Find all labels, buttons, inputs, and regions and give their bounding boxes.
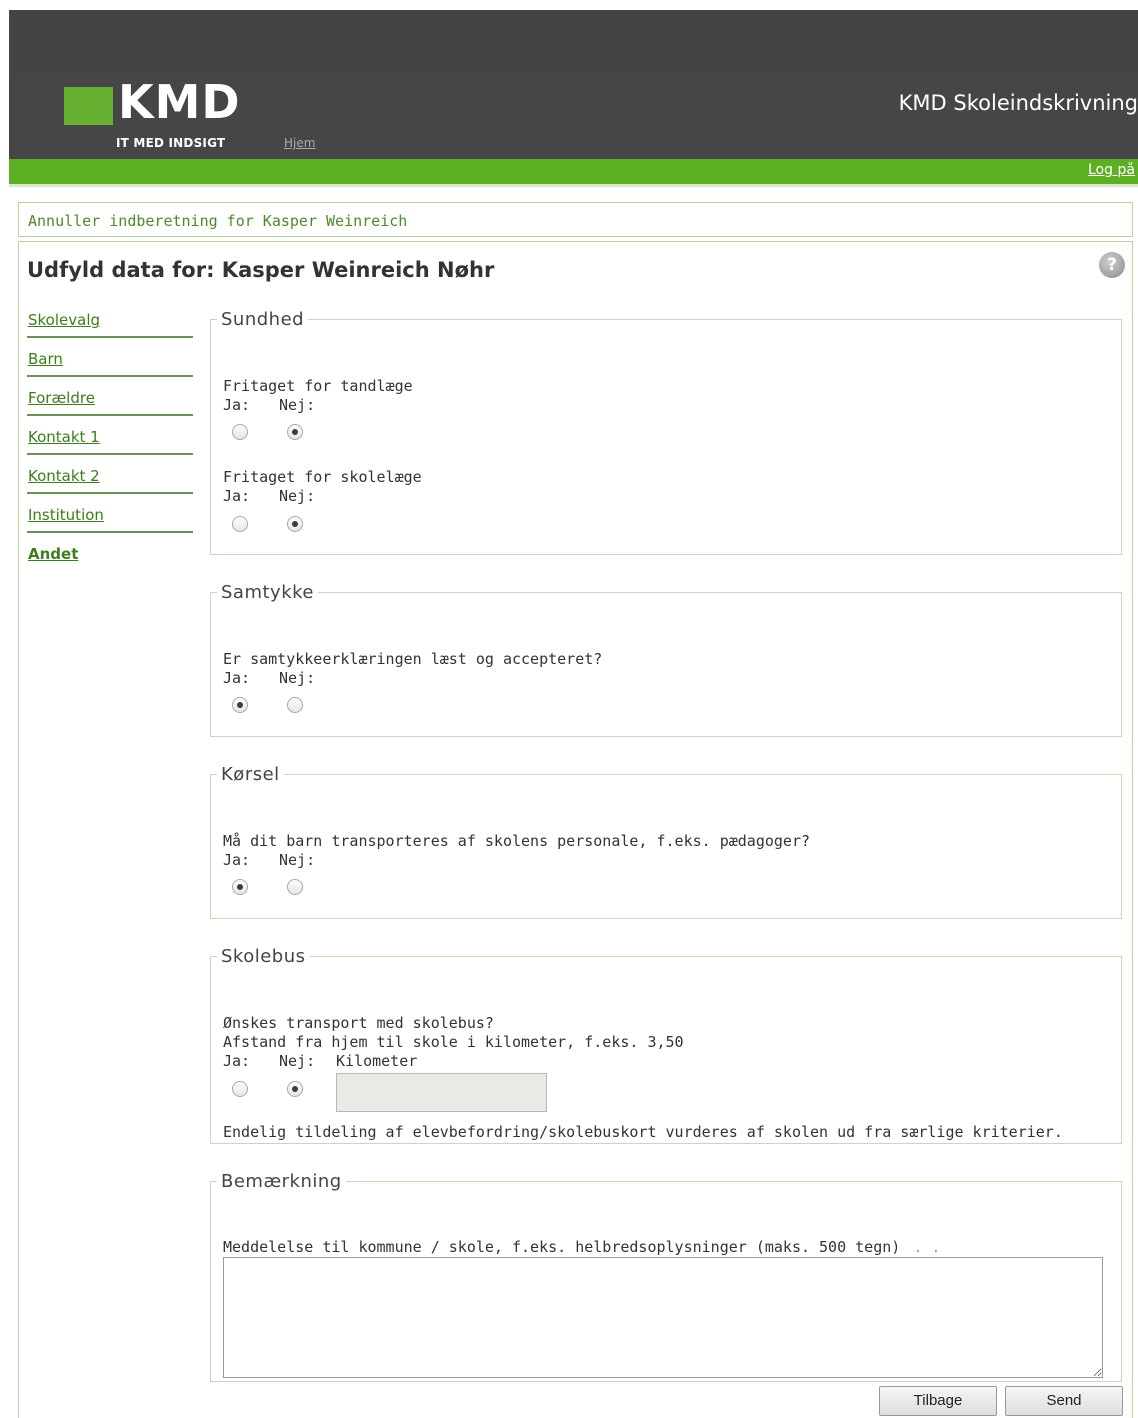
yes-label: Ja:: [223, 851, 251, 869]
section-samtykke: Samtykke Er samtykkeerklæringen læst og …: [210, 582, 1122, 737]
nav-item-label[interactable]: Barn: [28, 350, 63, 368]
remark-label-dots: . .: [913, 1238, 941, 1256]
yes-label: Ja:: [223, 1052, 251, 1070]
question-label: Fritaget for tandlæge: [223, 377, 413, 395]
green-nav-bar: Log på: [9, 159, 1138, 187]
remark-label-text: Meddelelse til kommune / skole, f.eks. h…: [223, 1238, 901, 1256]
no-label: Nej:: [279, 396, 316, 414]
question-label: Må dit barn transporteres af skolens per…: [223, 832, 810, 850]
kilometer-label: Kilometer: [336, 1052, 418, 1070]
logo-tagline: IT MED INDSIGT: [116, 136, 226, 150]
nav-item-kontakt-1[interactable]: Kontakt 1: [27, 416, 193, 455]
nav-item-kontakt-2[interactable]: Kontakt 2: [27, 455, 193, 494]
yes-label: Ja:: [223, 396, 251, 414]
school-doctor-yes-radio[interactable]: [232, 516, 248, 532]
section-skolebus: Skolebus Ønskes transport med skolebus? …: [210, 946, 1122, 1144]
dentist-no-radio[interactable]: [287, 424, 303, 440]
nav-item-andet[interactable]: Andet: [27, 533, 193, 572]
back-button[interactable]: Tilbage: [879, 1386, 997, 1416]
nav-item-foraeldre[interactable]: Forældre: [27, 377, 193, 416]
side-nav: Skolevalg Barn Forældre Kontakt 1 Kontak…: [27, 299, 193, 572]
section-korsel: Kørsel Må dit barn transporteres af skol…: [210, 764, 1122, 919]
main-panel: Udfyld data for: Kasper Weinreich Nøhr ?…: [18, 241, 1133, 1418]
yes-label: Ja:: [223, 487, 251, 505]
no-label: Nej:: [279, 487, 316, 505]
question-label: Afstand fra hjem til skole i kilometer, …: [223, 1033, 684, 1051]
nav-item-barn[interactable]: Barn: [27, 338, 193, 377]
home-link[interactable]: Hjem: [284, 136, 315, 150]
transport-yes-radio[interactable]: [232, 879, 248, 895]
cancel-report-link[interactable]: Annuller indberetning for Kasper Weinrei…: [28, 212, 407, 230]
nav-item-label[interactable]: Institution: [28, 506, 104, 524]
nav-item-label[interactable]: Kontakt 2: [28, 467, 100, 485]
logoff-link[interactable]: Log på: [1088, 162, 1138, 178]
kmd-logo: KMD: [118, 75, 241, 129]
section-sundhed: Sundhed Fritaget for tandlæge Ja: Nej: F…: [210, 309, 1122, 555]
kilometer-input[interactable]: [336, 1073, 547, 1112]
schoolbus-yes-radio[interactable]: [232, 1081, 248, 1097]
remark-label: Meddelelse til kommune / skole, f.eks. h…: [223, 1238, 940, 1256]
kmd-logo-square-icon: [64, 87, 113, 125]
nav-item-label[interactable]: Andet: [28, 545, 78, 563]
nav-item-label[interactable]: Skolevalg: [28, 311, 100, 329]
dentist-yes-radio[interactable]: [232, 424, 248, 440]
section-legend: Samtykke: [221, 582, 314, 603]
question-label: Fritaget for skolelæge: [223, 468, 422, 486]
page-title: Udfyld data for: Kasper Weinreich Nøhr: [27, 258, 495, 282]
app-title: KMD Skoleindskrivning: [898, 91, 1138, 115]
help-icon[interactable]: ?: [1099, 252, 1125, 278]
no-label: Nej:: [279, 851, 316, 869]
nav-item-label[interactable]: Kontakt 1: [28, 428, 100, 446]
nav-item-skolevalg[interactable]: Skolevalg: [27, 299, 193, 338]
no-label: Nej:: [279, 1052, 316, 1070]
consent-no-radio[interactable]: [287, 697, 303, 713]
site-header: KMD IT MED INDSIGT Hjem KMD Skoleindskri…: [9, 73, 1138, 159]
section-legend: Skolebus: [221, 946, 306, 967]
send-button[interactable]: Send: [1005, 1386, 1123, 1416]
question-label: Ønskes transport med skolebus?: [223, 1014, 494, 1032]
section-bemaerkning: Bemærkning Meddelelse til kommune / skol…: [210, 1171, 1122, 1382]
question-label: Er samtykkeerklæringen læst og acceptere…: [223, 650, 603, 668]
consent-yes-radio[interactable]: [232, 697, 248, 713]
no-label: Nej:: [279, 669, 316, 687]
transport-no-radio[interactable]: [287, 879, 303, 895]
schoolbus-no-radio[interactable]: [287, 1081, 303, 1097]
section-legend: Kørsel: [221, 764, 280, 785]
section-legend: Sundhed: [221, 309, 305, 330]
browser-top-bar: [9, 10, 1138, 73]
remark-textarea[interactable]: [223, 1257, 1103, 1378]
yes-label: Ja:: [223, 669, 251, 687]
schoolbus-note: Endelig tildeling af elevbefordring/skol…: [223, 1123, 1063, 1141]
nav-item-institution[interactable]: Institution: [27, 494, 193, 533]
nav-item-label[interactable]: Forældre: [28, 389, 95, 407]
school-doctor-no-radio[interactable]: [287, 516, 303, 532]
cancel-panel: Annuller indberetning for Kasper Weinrei…: [18, 202, 1133, 237]
section-legend: Bemærkning: [221, 1171, 342, 1192]
